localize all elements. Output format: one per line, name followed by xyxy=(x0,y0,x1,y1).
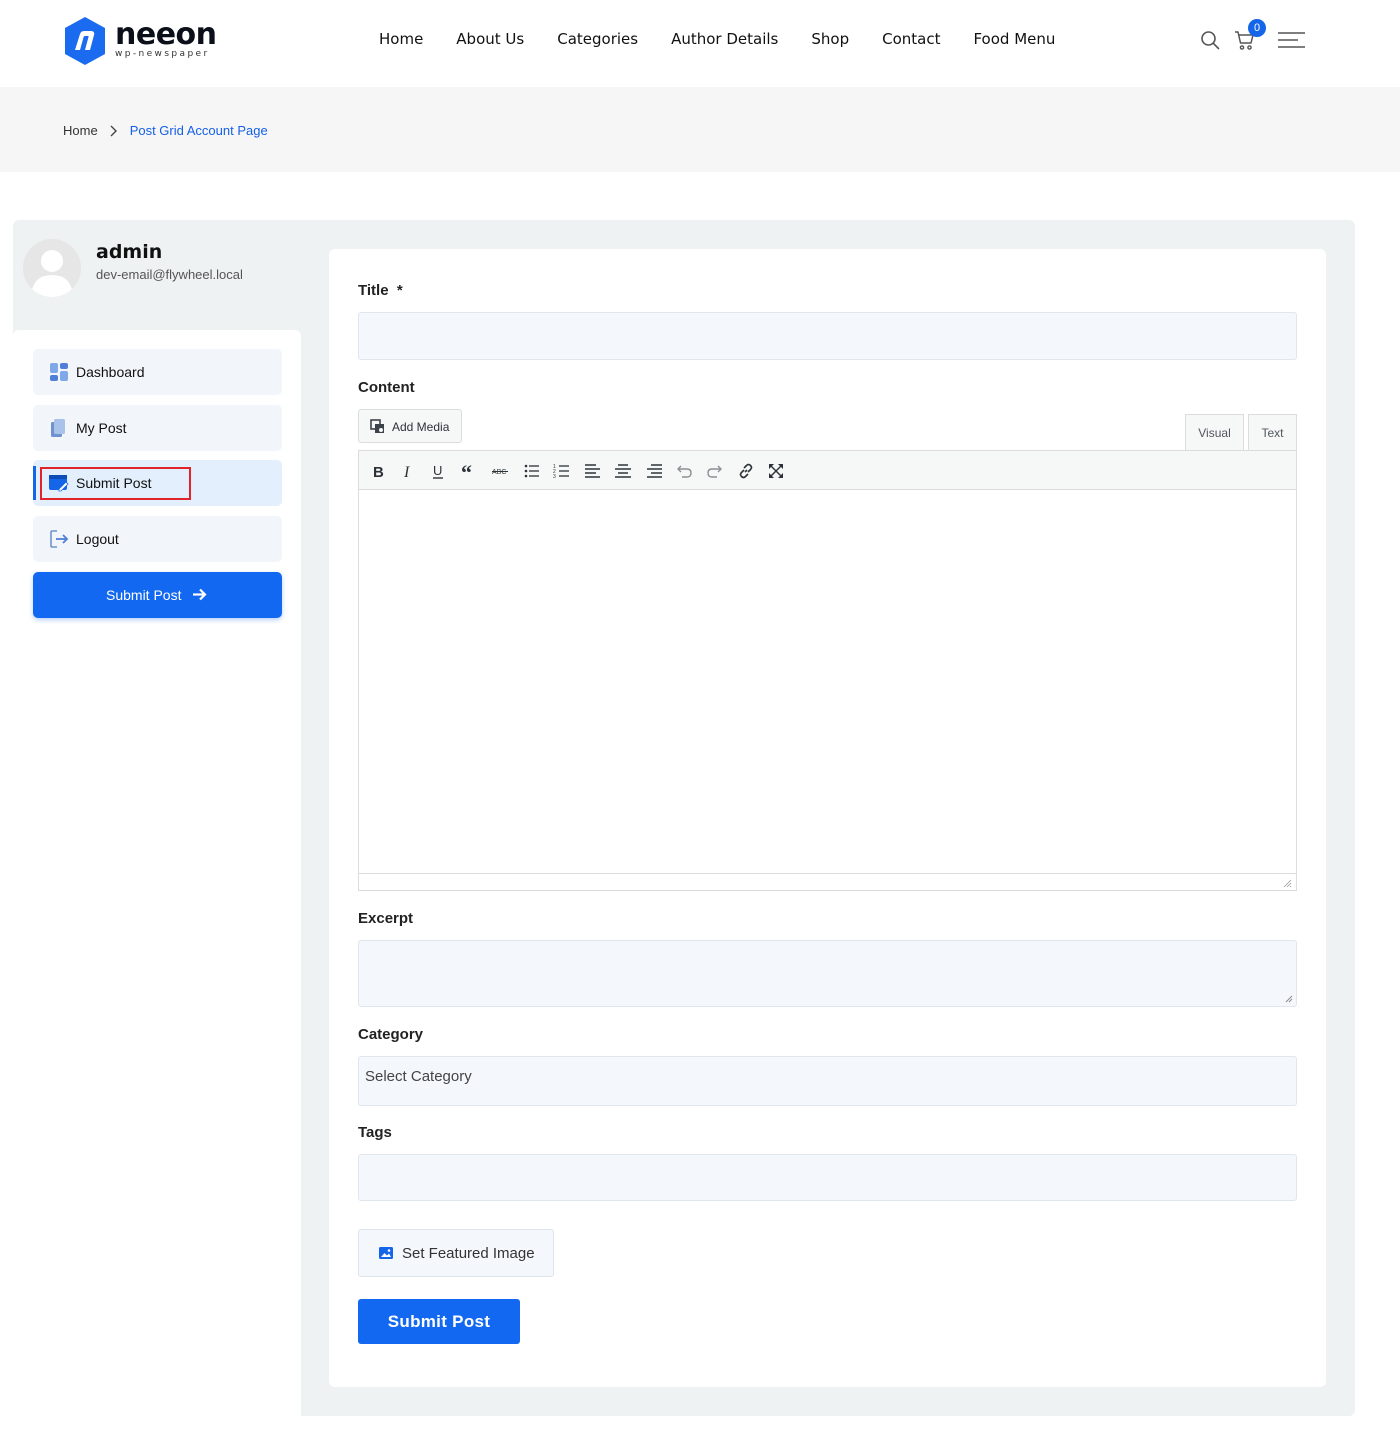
italic-icon[interactable]: I xyxy=(399,462,417,480)
tab-text[interactable]: Text xyxy=(1248,414,1297,450)
nav-home[interactable]: Home xyxy=(379,30,423,50)
tags-label: Tags xyxy=(358,1124,392,1141)
user-email: dev-email@flywheel.local xyxy=(96,267,243,282)
category-label: Category xyxy=(358,1026,424,1043)
dashboard-icon xyxy=(50,363,68,381)
search-icon[interactable] xyxy=(1200,30,1220,50)
highlight-box xyxy=(40,467,191,500)
align-left-icon[interactable] xyxy=(584,462,602,480)
submit-post-button[interactable]: Submit Post xyxy=(358,1299,520,1344)
sidebar-item-label: Logout xyxy=(76,531,119,547)
main-nav: Home About Us Categories Author Details … xyxy=(379,30,1088,50)
avatar xyxy=(23,239,81,297)
breadcrumb-home[interactable]: Home xyxy=(63,123,98,138)
bullet-list-icon[interactable] xyxy=(523,462,541,480)
undo-icon[interactable] xyxy=(675,462,693,480)
pages-icon xyxy=(51,419,65,437)
chevron-right-icon xyxy=(110,125,117,136)
logout-icon xyxy=(50,530,69,548)
svg-text:B: B xyxy=(373,464,384,480)
required-mark: * xyxy=(396,282,403,299)
underline-icon[interactable]: U xyxy=(429,462,447,480)
add-media-button[interactable]: Add Media xyxy=(358,409,462,443)
logo-tagline: wp-newspaper xyxy=(115,49,210,59)
nav-about-us[interactable]: About Us xyxy=(456,30,524,50)
nav-food-menu[interactable]: Food Menu xyxy=(973,30,1055,50)
title-label: Title * xyxy=(358,282,403,300)
add-media-icon xyxy=(370,419,384,433)
image-icon xyxy=(379,1247,393,1259)
submit-button-label: Submit Post xyxy=(387,1312,491,1331)
nav-contact[interactable]: Contact xyxy=(882,30,940,50)
align-right-icon[interactable] xyxy=(645,462,663,480)
numbered-list-icon[interactable]: 123 xyxy=(553,462,571,480)
user-name: admin xyxy=(96,241,163,263)
svg-text:“: “ xyxy=(461,462,472,480)
arrow-right-icon xyxy=(193,588,207,601)
editor-toolbar: B I U “ ABC 123 xyxy=(358,450,1297,490)
content-editor[interactable] xyxy=(358,489,1297,891)
excerpt-textarea[interactable] xyxy=(358,940,1297,1007)
sidebar-item-dashboard[interactable]: Dashboard xyxy=(33,349,282,395)
nav-author-details[interactable]: Author Details xyxy=(671,30,778,50)
sidebar-item-label: My Post xyxy=(76,420,127,436)
svg-text:I: I xyxy=(403,464,410,480)
active-indicator xyxy=(33,466,36,500)
align-center-icon[interactable] xyxy=(614,462,632,480)
bold-icon[interactable]: B xyxy=(369,462,387,480)
hamburger-menu-icon[interactable] xyxy=(1278,32,1305,48)
tags-input[interactable] xyxy=(358,1154,1297,1201)
svg-text:U: U xyxy=(433,463,442,478)
sidebar-submit-post-button[interactable]: Submit Post xyxy=(33,572,282,618)
redo-icon[interactable] xyxy=(706,462,724,480)
blockquote-icon[interactable]: “ xyxy=(460,462,478,480)
logo-hexagon-icon xyxy=(65,17,105,65)
tab-visual[interactable]: Visual xyxy=(1185,414,1244,450)
strikethrough-icon[interactable]: ABC xyxy=(491,462,509,480)
logo-text: neeon xyxy=(115,17,217,52)
featured-image-label: Set Featured Image xyxy=(402,1245,535,1262)
title-input[interactable] xyxy=(358,312,1297,360)
user-silhouette-icon xyxy=(23,239,81,297)
title-label-text: Title xyxy=(358,282,389,299)
category-selected-value: Select Category xyxy=(365,1068,472,1085)
svg-text:ABC: ABC xyxy=(492,469,506,476)
site-header: neeon wp-newspaper Home About Us Categor… xyxy=(0,0,1400,87)
cart-count-badge: 0 xyxy=(1248,19,1266,37)
breadcrumb: Home Post Grid Account Page xyxy=(63,123,268,138)
svg-text:3: 3 xyxy=(553,474,556,480)
nav-shop[interactable]: Shop xyxy=(811,30,849,50)
content-label: Content xyxy=(358,379,415,396)
category-select[interactable]: Select Category xyxy=(358,1056,1297,1106)
editor-statusbar xyxy=(359,873,1296,890)
resize-handle-icon[interactable] xyxy=(1283,879,1292,888)
resize-handle-icon[interactable] xyxy=(1285,995,1293,1003)
site-logo[interactable]: neeon wp-newspaper xyxy=(63,16,223,66)
add-media-label: Add Media xyxy=(392,420,450,434)
set-featured-image-button[interactable]: Set Featured Image xyxy=(358,1229,554,1277)
nav-categories[interactable]: Categories xyxy=(557,30,638,50)
fullscreen-icon[interactable] xyxy=(767,462,785,480)
sidebar-item-logout[interactable]: Logout xyxy=(33,516,282,562)
sidebar-item-label: Dashboard xyxy=(76,364,145,380)
link-icon[interactable] xyxy=(737,462,755,480)
sidebar-item-my-post[interactable]: My Post xyxy=(33,405,282,451)
breadcrumb-current: Post Grid Account Page xyxy=(129,123,268,138)
excerpt-label: Excerpt xyxy=(358,910,414,927)
button-label: Submit Post xyxy=(106,587,182,603)
